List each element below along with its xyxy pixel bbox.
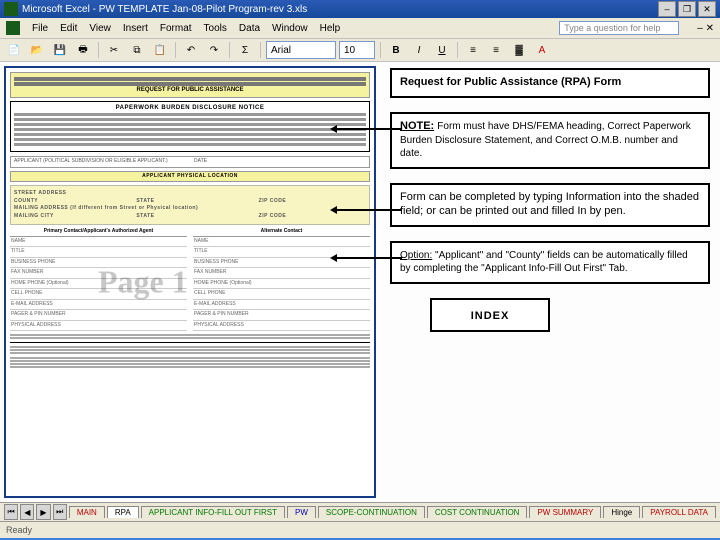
redo-icon[interactable]: ↷ [204,40,224,60]
sort-icon[interactable]: Σ [235,40,255,60]
window-titlebar: Microsoft Excel - PW TEMPLATE Jan-08-Pil… [0,0,720,18]
maximize-button[interactable]: ❐ [678,1,696,17]
align-left-icon[interactable]: ≡ [463,40,483,60]
close-button[interactable]: ✕ [698,1,716,17]
menu-bar: File Edit View Insert Format Tools Data … [0,18,720,39]
menu-view[interactable]: View [89,23,111,34]
rpa-form-preview: REQUEST FOR PUBLIC ASSISTANCE PAPERWORK … [4,66,376,498]
annotation-pane: Request for Public Assistance (RPA) Form… [380,62,720,502]
align-center-icon[interactable]: ≡ [486,40,506,60]
menu-data[interactable]: Data [239,23,260,34]
menu-format[interactable]: Format [160,23,192,34]
menu-insert[interactable]: Insert [123,23,148,34]
burden-title: PAPERWORK BURDEN DISCLOSURE NOTICE [116,105,265,111]
tab-nav-prev[interactable]: ◀ [20,504,34,520]
font-size-select[interactable]: 10 [339,41,375,59]
tab-nav-last[interactable]: ⏭ [53,504,67,520]
app-name: Microsoft Excel [22,4,90,15]
callout-index[interactable]: INDEX [430,298,550,332]
excel-icon [4,2,18,16]
page-watermark: Page 1 [98,264,188,299]
help-search-input[interactable]: Type a question for help [559,21,679,35]
new-icon[interactable]: 📄 [4,40,24,60]
tab-summary[interactable]: PW SUMMARY [529,506,601,518]
menu-window[interactable]: Window [272,23,308,34]
paste-icon[interactable]: 📋 [150,40,170,60]
italic-icon[interactable]: I [409,40,429,60]
print-icon[interactable]: 🖶 [73,40,93,60]
tab-main[interactable]: MAIN [69,506,105,518]
tab-rpa[interactable]: RPA [107,506,139,518]
form-request-title: REQUEST FOR PUBLIC ASSISTANCE [136,87,243,93]
callout-option: Option: "Applicant" and "County" fields … [390,241,710,285]
applicant-label: APPLICANT (Political subdivision or elig… [14,159,186,165]
minimize-button[interactable]: – [658,1,676,17]
bold-icon[interactable]: B [386,40,406,60]
menu-edit[interactable]: Edit [60,23,77,34]
primary-contact-hdr: Primary Contact/Applicant's Authorized A… [10,228,187,237]
cut-icon[interactable]: ✂ [104,40,124,60]
alternate-contact-hdr: Alternate Contact [193,228,370,237]
callout-title: Request for Public Assistance (RPA) Form [390,68,710,98]
tab-applicant-info[interactable]: APPLICANT INFO-FILL OUT FIRST [141,506,285,518]
sheet-tab-bar: ⏮ ◀ ▶ ⏭ MAIN RPA APPLICANT INFO-FILL OUT… [0,502,720,521]
underline-icon[interactable]: U [432,40,452,60]
copy-icon[interactable]: ⧉ [127,40,147,60]
open-icon[interactable]: 📂 [27,40,47,60]
tab-payroll[interactable]: PAYROLL DATA [642,506,716,518]
status-text: Ready [6,525,32,535]
standard-toolbar: 📄 📂 💾 🖶 ✂ ⧉ 📋 ↶ ↷ Σ Arial 10 B I U ≡ ≡ ▓… [0,39,720,62]
tab-cost[interactable]: COST CONTINUATION [427,506,528,518]
font-color-icon[interactable]: A [532,40,552,60]
undo-icon[interactable]: ↶ [181,40,201,60]
status-bar: Ready [0,521,720,538]
callout-note: NOTE: Form must have DHS/FEMA heading, C… [390,112,710,169]
tab-nav-next[interactable]: ▶ [36,504,50,520]
save-icon[interactable]: 💾 [50,40,70,60]
menu-file[interactable]: File [32,23,48,34]
physical-location-bar: APPLICANT PHYSICAL LOCATION [10,171,370,183]
tab-scope[interactable]: SCOPE-CONTINUATION [318,506,425,518]
tab-pw[interactable]: PW [287,506,316,518]
workspace: REQUEST FOR PUBLIC ASSISTANCE PAPERWORK … [0,62,720,502]
tab-hinge[interactable]: Hinge [603,506,640,518]
font-name-select[interactable]: Arial [266,41,336,59]
callout-fill: Form can be completed by typing Informat… [390,183,710,227]
excel-doc-icon [6,21,20,35]
menu-help[interactable]: Help [320,23,341,34]
fill-color-icon[interactable]: ▓ [509,40,529,60]
document-name: PW TEMPLATE Jan-08-Pilot Program-rev 3.x… [99,4,308,15]
menu-tools[interactable]: Tools [204,23,227,34]
tab-nav-first[interactable]: ⏮ [4,504,18,520]
